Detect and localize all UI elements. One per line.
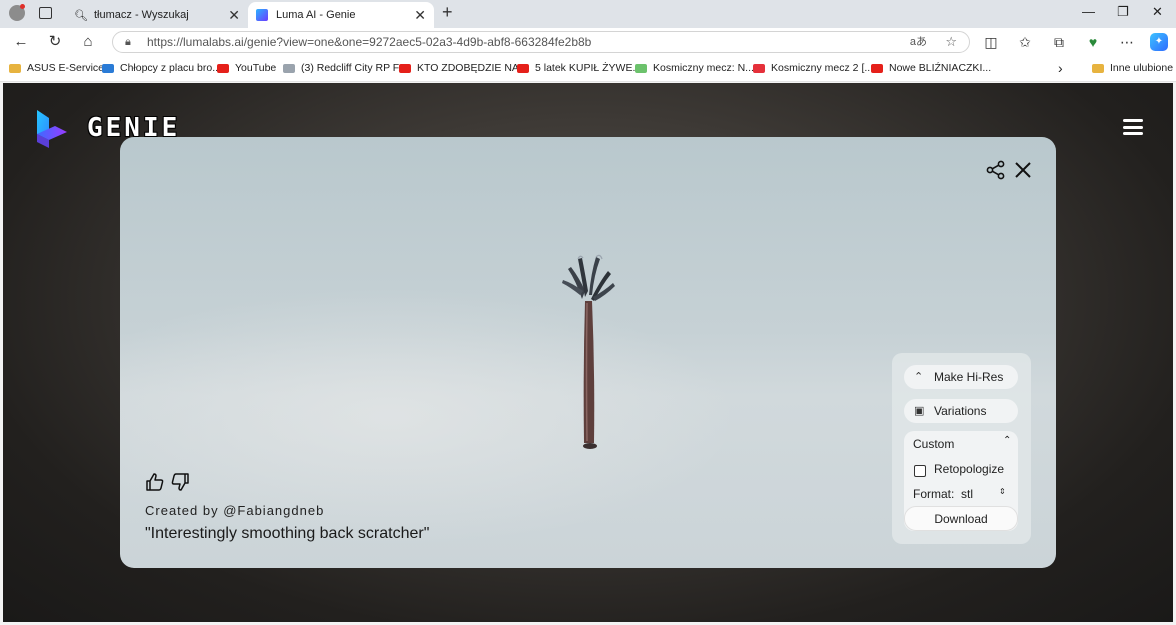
more-bookmarks-icon[interactable]: › <box>1058 60 1063 76</box>
youtube-icon <box>517 63 529 73</box>
format-label: Format: <box>913 487 955 501</box>
export-options: Custom ⌃ Retopologize Format: stl ⇕ Down… <box>904 431 1018 531</box>
model-prompt: "Interestingly smoothing back scratcher" <box>145 525 430 542</box>
favorites-icon[interactable]: ✩ <box>1016 33 1034 51</box>
luma-favicon-icon <box>256 9 268 21</box>
bookmark-label: (3) Redcliff City RP F... <box>301 62 407 74</box>
tab-actions-icon[interactable] <box>39 7 52 19</box>
tab-title: Luma AI - Genie <box>276 9 356 21</box>
folder-icon <box>9 63 21 73</box>
restore-icon[interactable]: ❐ <box>1117 4 1129 20</box>
bookmark-label: KTO ZDOBĘDZIE NA... <box>417 62 528 74</box>
close-window-icon[interactable]: ✕ <box>1152 4 1163 20</box>
menu-icon[interactable] <box>1123 119 1143 135</box>
tab-title: tłumacz - Wyszukaj <box>94 9 189 21</box>
lock-icon: 🔒︎ <box>125 36 131 48</box>
play-icon <box>635 63 647 73</box>
read-aloud-icon[interactable]: aあ <box>910 32 927 52</box>
bookmarks-bar: ASUS E-Service Chłopcy z placu bro... Yo… <box>0 56 1176 82</box>
model-viewer-card: Created by @Fabiangdneb "Interestingly s… <box>120 137 1056 568</box>
preset-value: Custom <box>913 437 955 451</box>
variations-button[interactable]: ▣ Variations <box>904 399 1018 423</box>
thumbs-up-icon[interactable] <box>144 471 166 493</box>
tab-search[interactable]: 🔍︎ tłumacz - Wyszukaj ✕ <box>66 2 248 28</box>
bookmark-item[interactable]: Kosmiczny mecz 2 [... <box>753 62 873 74</box>
thumbs-down-icon[interactable] <box>169 471 191 493</box>
format-value: stl <box>961 487 973 501</box>
tab-luma[interactable]: Luma AI - Genie ✕ <box>248 2 434 28</box>
double-chevron-up-icon: ⌃ <box>914 371 924 383</box>
variations-icon: ▣ <box>914 405 925 417</box>
creator-credit: Created by @Fabiangdneb <box>145 503 325 518</box>
button-label: Make Hi-Res <box>934 370 1004 384</box>
site-icon <box>753 63 765 73</box>
export-panel: ⌃ Make Hi-Res ▣ Variations Custom ⌃ Reto… <box>892 353 1031 544</box>
back-icon[interactable]: ← <box>11 32 31 52</box>
make-hires-button[interactable]: ⌃ Make Hi-Res <box>904 365 1018 389</box>
bing-icon <box>102 63 114 73</box>
bookmark-item[interactable]: YouTube <box>217 62 276 74</box>
bookmark-label: Chłopcy z placu bro... <box>120 62 221 74</box>
bookmark-label: 5 latek KUPIŁ ŻYWE... <box>535 62 642 74</box>
search-icon: 🔍︎ <box>74 10 88 22</box>
close-icon[interactable] <box>1012 159 1034 181</box>
bookmark-label: Kosmiczny mecz: N... <box>653 62 754 74</box>
folder-icon <box>1092 63 1104 73</box>
other-favorites[interactable]: Inne ulubione <box>1092 62 1173 74</box>
youtube-icon <box>871 63 883 73</box>
bookmark-item[interactable]: Kosmiczny mecz: N... <box>635 62 754 74</box>
extension-icon[interactable]: ♥ <box>1084 33 1102 51</box>
notification-dot-icon <box>20 4 25 9</box>
retopologize-label: Retopologize <box>934 462 1005 476</box>
select-chevron-icon: ⌃ <box>1003 435 1012 446</box>
bookmark-item[interactable]: KTO ZDOBĘDZIE NA... <box>399 62 528 74</box>
more-icon[interactable]: ⋯ <box>1118 33 1136 51</box>
copilot-icon[interactable]: ✦ <box>1150 33 1168 51</box>
close-tab-icon[interactable]: ✕ <box>414 7 426 24</box>
address-bar[interactable]: 🔒︎ https://lumalabs.ai/genie?view=one&on… <box>112 31 970 53</box>
3d-model-preview[interactable] <box>556 251 618 451</box>
genie-page: GENIE Created by @Fabiangdneb "Interesti… <box>3 83 1173 622</box>
tab-bar: 🔍︎ tłumacz - Wyszukaj ✕ Luma AI - Genie … <box>0 0 1176 28</box>
bookmark-item[interactable]: 5 latek KUPIŁ ŻYWE... <box>517 62 641 74</box>
bookmark-label: Inne ulubione <box>1110 62 1174 74</box>
bookmark-item[interactable]: ASUS E-Service <box>9 62 104 74</box>
youtube-icon <box>399 63 411 73</box>
select-chevron-icon: ⇕ <box>999 487 1006 496</box>
split-screen-icon[interactable]: ◫ <box>982 33 1000 51</box>
luma-logo-icon[interactable] <box>33 110 69 148</box>
bookmark-label: ASUS E-Service <box>27 62 105 74</box>
format-select[interactable]: stl ⇕ <box>961 487 1009 501</box>
minimize-icon[interactable]: — <box>1082 4 1095 19</box>
download-button[interactable]: Download <box>904 506 1018 531</box>
share-icon[interactable] <box>985 159 1007 181</box>
close-tab-icon[interactable]: ✕ <box>228 7 240 24</box>
home-icon[interactable]: ⌂ <box>78 32 98 52</box>
bookmark-item[interactable]: (3) Redcliff City RP F... <box>283 62 407 74</box>
page-icon <box>283 63 295 73</box>
bookmark-label: YouTube <box>235 62 277 74</box>
bookmark-label: Kosmiczny mecz 2 [... <box>771 62 874 74</box>
refresh-icon[interactable]: ↻ <box>45 32 65 52</box>
bookmark-label: Nowe BLIŹNIACZKI... <box>889 62 992 74</box>
collections-icon[interactable]: ⧉ <box>1050 33 1068 51</box>
new-tab-button[interactable]: + <box>442 2 453 23</box>
retopologize-checkbox[interactable] <box>914 465 926 477</box>
youtube-icon <box>217 63 229 73</box>
url-text: https://lumalabs.ai/genie?view=one&one=9… <box>147 35 592 49</box>
favorite-star-icon[interactable]: ☆ <box>945 32 957 52</box>
browser-toolbar: ← ↻ ⌂ 🔒︎ https://lumalabs.ai/genie?view=… <box>0 28 1176 56</box>
bookmark-item[interactable]: Nowe BLIŹNIACZKI... <box>871 62 991 74</box>
preset-select[interactable]: Custom ⌃ <box>913 435 1013 451</box>
bookmark-item[interactable]: Chłopcy z placu bro... <box>102 62 221 74</box>
button-label: Variations <box>934 404 987 418</box>
